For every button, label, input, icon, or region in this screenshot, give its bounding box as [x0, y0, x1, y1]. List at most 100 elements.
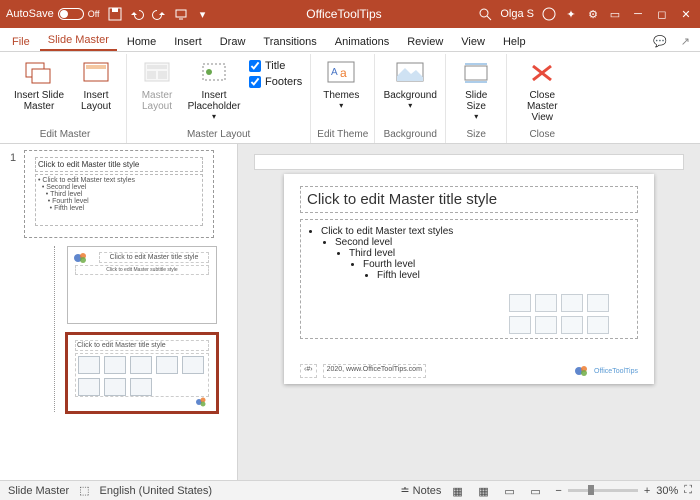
user-avatar-icon[interactable] [542, 7, 556, 21]
zoom-in-icon[interactable]: + [644, 485, 650, 497]
minimize-button[interactable]: ─ [630, 7, 646, 21]
group-label: Edit Theme [317, 127, 368, 141]
maximize-button[interactable]: ◻ [654, 7, 670, 21]
slideshow-view-icon[interactable]: ▭ [529, 484, 545, 498]
start-slideshow-icon[interactable] [174, 7, 188, 21]
title-placeholder[interactable]: Click to edit Master title style [300, 186, 638, 213]
accessibility-icon[interactable]: ⬚ [79, 484, 89, 497]
officetips-logo-icon [574, 364, 592, 378]
officetips-logo-icon [72, 251, 92, 265]
title-checkbox[interactable]: Title [249, 60, 302, 72]
comments-icon[interactable]: 💬 [647, 32, 673, 51]
layout-thumbnail-selected[interactable]: Click to edit Master title style [67, 334, 217, 412]
video-icon[interactable] [561, 316, 583, 334]
insert-slide-master-button[interactable]: Insert Slide Master [10, 56, 68, 114]
background-icon [395, 58, 425, 88]
slide-edit-pane: Click to edit Master title style Click t… [238, 144, 700, 480]
tab-insert[interactable]: Insert [166, 32, 210, 51]
group-master-layout: Master Layout Insert Placeholder▾ Title … [127, 54, 311, 143]
3d-icon[interactable] [587, 294, 609, 312]
group-label: Close [513, 127, 571, 141]
background-button[interactable]: Background▾ [381, 56, 439, 112]
tab-animations[interactable]: Animations [327, 32, 397, 51]
slide-number-placeholder[interactable]: ‹#› [300, 364, 317, 378]
autosave-toggle[interactable]: AutoSave Off [6, 8, 100, 20]
reading-view-icon[interactable]: ▭ [503, 484, 519, 498]
tab-help[interactable]: Help [495, 32, 534, 51]
fit-window-icon[interactable]: ⛶ [684, 484, 692, 497]
close-button[interactable]: ✕ [678, 7, 694, 21]
qat-more-icon[interactable]: ▾ [196, 7, 210, 21]
status-language[interactable]: English (United States) [100, 485, 213, 497]
chart-icon[interactable] [535, 294, 557, 312]
slide-canvas[interactable]: Click to edit Master title style Click t… [284, 174, 654, 384]
themes-button[interactable]: Aa Themes▾ [317, 56, 365, 112]
group-edit-theme: Aa Themes▾ Edit Theme [311, 54, 375, 143]
upgrade-icon[interactable]: ✦ [564, 7, 578, 21]
horizontal-ruler[interactable] [254, 154, 684, 170]
group-label: Master Layout [133, 127, 304, 141]
master-number: 1 [10, 152, 16, 164]
footers-checkbox[interactable]: Footers [249, 76, 302, 88]
table-icon[interactable] [509, 294, 531, 312]
footer-placeholders: ‹#› 2020, www.OfficeToolTips.com OfficeT… [300, 364, 638, 378]
normal-view-icon[interactable]: ▦ [451, 484, 467, 498]
smartart-icon[interactable] [561, 294, 583, 312]
thumbnail-pane[interactable]: 1 Click to edit Master title style • Cli… [0, 144, 238, 480]
display-opts-icon[interactable]: ▭ [608, 7, 622, 21]
content-type-icons[interactable] [509, 294, 629, 334]
master-layout-button: Master Layout [133, 56, 181, 114]
footer-text-placeholder[interactable]: 2020, www.OfficeToolTips.com [323, 364, 426, 378]
insert-layout-button[interactable]: Insert Layout [72, 56, 120, 114]
insert-placeholder-button[interactable]: Insert Placeholder▾ [185, 56, 243, 123]
group-edit-master: Insert Slide Master Insert Layout Edit M… [4, 54, 127, 143]
undo-icon[interactable] [130, 7, 144, 21]
footer-logo: OfficeToolTips [574, 364, 638, 378]
group-size: Slide Size▾ Size [446, 54, 507, 143]
group-close: Close Master View Close [507, 54, 577, 143]
zoom-level[interactable]: 30% [656, 485, 678, 497]
tab-slide-master[interactable]: Slide Master [40, 30, 117, 51]
close-master-view-button[interactable]: Close Master View [513, 56, 571, 125]
document-title: OfficeToolTips [210, 7, 479, 21]
tab-view[interactable]: View [453, 32, 493, 51]
slide-size-button[interactable]: Slide Size▾ [452, 56, 500, 123]
save-icon[interactable] [108, 7, 122, 21]
icon-icon[interactable] [587, 316, 609, 334]
layout-icon [81, 58, 111, 88]
workspace: 1 Click to edit Master title style • Cli… [0, 144, 700, 480]
ribbon: Insert Slide Master Insert Layout Edit M… [0, 52, 700, 144]
tab-home[interactable]: Home [119, 32, 164, 51]
slide-size-icon [461, 58, 491, 88]
tab-review[interactable]: Review [399, 32, 451, 51]
tab-draw[interactable]: Draw [212, 32, 254, 51]
svg-text:a: a [340, 66, 347, 80]
tab-file[interactable]: File [4, 32, 38, 51]
zoom-control[interactable]: − + 30% ⛶ [555, 484, 692, 497]
zoom-out-icon[interactable]: − [555, 485, 561, 497]
online-pic-icon[interactable] [535, 316, 557, 334]
picture-icon[interactable] [509, 316, 531, 334]
group-label: Background [381, 127, 439, 141]
content-placeholder[interactable]: Click to edit Master text styles Second … [300, 219, 638, 339]
search-icon[interactable] [478, 7, 492, 21]
zoom-slider[interactable] [568, 489, 638, 492]
slide-master-icon [24, 58, 54, 88]
user-name[interactable]: Olga S [500, 8, 534, 20]
share-icon[interactable]: ↗ [675, 32, 696, 51]
autosave-label: AutoSave [6, 8, 54, 20]
redo-icon[interactable] [152, 7, 166, 21]
title-bar: AutoSave Off ▾ OfficeToolTips Olga S ✦ ⚙… [0, 0, 700, 28]
toggle-off-icon [58, 8, 84, 20]
tab-transitions[interactable]: Transitions [255, 32, 324, 51]
layout-thumbnail[interactable]: Click to edit Master title style Click t… [67, 246, 217, 324]
placeholder-icon [199, 58, 229, 88]
app-opts-icon[interactable]: ⚙ [586, 7, 600, 21]
officetips-logo-icon [194, 396, 212, 408]
master-layout-icon [142, 58, 172, 88]
close-icon [527, 58, 557, 88]
sorter-view-icon[interactable]: ▦ [477, 484, 493, 498]
notes-button[interactable]: ≐ Notes [400, 484, 441, 497]
status-view: Slide Master [8, 485, 69, 497]
master-thumbnail[interactable]: Click to edit Master title style • Click… [24, 150, 214, 238]
